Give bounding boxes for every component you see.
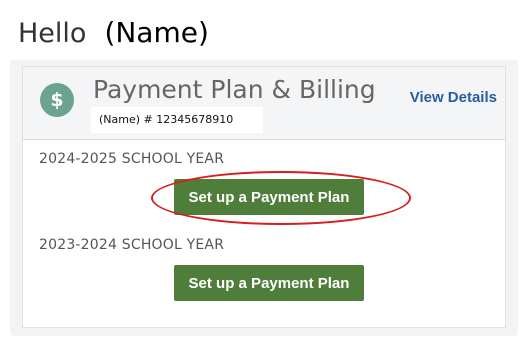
school-year-label: 2024-2025 SCHOOL YEAR bbox=[39, 151, 225, 167]
card-header: $ Payment Plan & Billing (Name) # 123456… bbox=[23, 67, 505, 140]
view-details-link[interactable]: View Details bbox=[410, 89, 497, 106]
dollar-icon: $ bbox=[40, 83, 74, 117]
greeting: Hello (Name) bbox=[18, 12, 215, 54]
card-body: $ Payment Plan & Billing (Name) # 123456… bbox=[22, 66, 506, 328]
set-up-payment-plan-button[interactable]: Set up a Payment Plan bbox=[174, 265, 364, 301]
account-number-label: (Name) # 12345678910 bbox=[91, 107, 263, 133]
greeting-hello: Hello bbox=[18, 17, 87, 49]
page: Hello (Name) $ Payment Plan & Billing (N… bbox=[0, 0, 520, 339]
payment-plan-card: $ Payment Plan & Billing (Name) # 123456… bbox=[10, 60, 518, 336]
card-title: Payment Plan & Billing bbox=[93, 75, 376, 104]
set-up-payment-plan-button[interactable]: Set up a Payment Plan bbox=[174, 179, 364, 215]
greeting-name: (Name) bbox=[98, 12, 215, 54]
school-year-label: 2023-2024 SCHOOL YEAR bbox=[39, 237, 225, 253]
